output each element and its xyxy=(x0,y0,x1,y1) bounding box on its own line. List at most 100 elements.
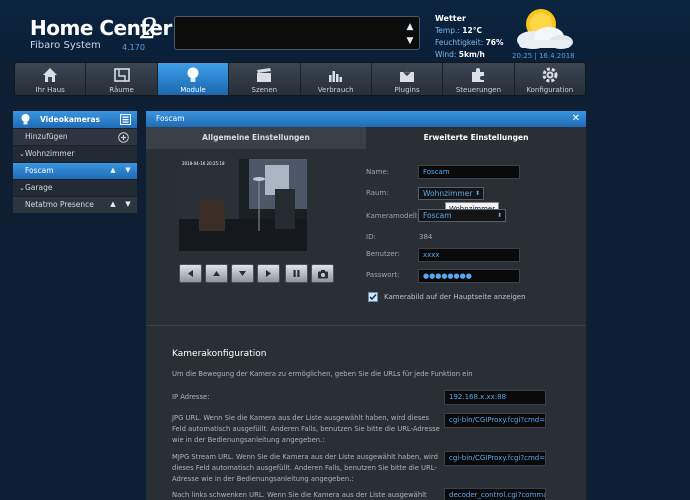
weather-temp-value: 12°C xyxy=(462,26,482,35)
sidebar: Videokameras Hinzufügen ⌄ Wohnzimmer Fos… xyxy=(13,111,137,213)
settings-tabs: Allgemeine Einstellungen Erweiterte Eins… xyxy=(146,127,586,149)
user-field[interactable]: xxxx xyxy=(418,248,520,262)
camera-timestamp: 2018-04-16 20:25:18 xyxy=(182,161,225,166)
password-field[interactable]: ●●●●●●●● xyxy=(418,269,520,283)
weather-humidity-label: Feuchtigkeit: xyxy=(435,38,484,47)
nav-item-raeume[interactable]: Räume xyxy=(86,63,158,95)
weather-datetime: 20:25 | 16.4.2018 xyxy=(512,52,575,60)
pan-right-button[interactable] xyxy=(257,264,280,283)
chevron-down-icon[interactable]: ▼ xyxy=(405,35,415,47)
move-down-icon[interactable]: ▼ xyxy=(123,199,133,210)
sidebar-item-label: Netatmo Presence xyxy=(25,200,94,209)
mjpg-url-label: MJPG Stream URL. Wenn Sie die Kamera aus… xyxy=(172,453,438,483)
plugin-box-icon xyxy=(400,67,415,82)
config-intro: Um die Bewegung der Kamera zu ermögliche… xyxy=(172,370,473,378)
password-label: Passwort: xyxy=(366,271,400,279)
nav-item-plugins[interactable]: Plugins xyxy=(372,63,444,95)
mjpg-url-field[interactable]: cgi-bin/CGIProxy.fcgi?cmd= xyxy=(444,451,546,466)
bulb-icon xyxy=(21,114,30,125)
pan-left-url-field[interactable]: decoder_control.cgi?comma xyxy=(444,488,546,500)
arrow-down-icon xyxy=(239,271,246,276)
plus-circle-icon[interactable] xyxy=(118,132,129,143)
chevron-down-icon: ⌄ xyxy=(19,184,25,192)
id-value: 384 xyxy=(419,233,433,241)
pan-left-button[interactable] xyxy=(179,264,202,283)
chevron-up-icon[interactable]: ▲ xyxy=(405,21,415,33)
move-up-icon[interactable]: ▲ xyxy=(108,199,118,210)
weather-temp-label: Temp.: xyxy=(435,26,460,35)
sidebar-item-label: Foscam xyxy=(25,166,54,175)
nav-item-ihr-haus[interactable]: Ihr Haus xyxy=(15,63,87,95)
move-up-icon[interactable]: ▲ xyxy=(108,165,118,176)
name-label: Name: xyxy=(366,168,390,176)
move-down-icon[interactable]: ▼ xyxy=(123,165,133,176)
app-title-number: 2 xyxy=(140,12,158,45)
main-nav: Ihr Haus Räume Module Szenen Verbrauch P… xyxy=(14,62,586,96)
ip-field[interactable]: 192.168.x.xx:88 xyxy=(444,390,546,405)
weather-widget: Wetter Temp.: 12°C Feuchtigkeit: 76% Win… xyxy=(435,14,504,62)
nav-label: Verbrauch xyxy=(317,86,354,94)
nav-label: Steuerungen xyxy=(455,86,502,94)
nav-label: Module xyxy=(180,86,206,94)
sidebar-group-label: Garage xyxy=(25,183,53,192)
nav-label: Konfiguration xyxy=(526,86,574,94)
nav-item-steuerungen[interactable]: Steuerungen xyxy=(443,63,515,95)
nav-item-verbrauch[interactable]: Verbrauch xyxy=(301,63,372,95)
sidebar-group-wohnzimmer[interactable]: ⌄ Wohnzimmer xyxy=(13,145,137,162)
jpg-url-field[interactable]: cgi-bin/CGIProxy.fcgi?cmd= xyxy=(444,413,546,428)
sidebar-item-netatmo[interactable]: Netatmo Presence ▲ ▼ xyxy=(13,196,137,213)
chevron-down-icon: ⌄ xyxy=(19,150,25,158)
sidebar-add-label: Hinzufügen xyxy=(25,132,68,141)
config-title: Kamerakonfiguration xyxy=(172,349,267,359)
reorder-controls: ▲ ▼ xyxy=(108,199,133,210)
sidebar-group-garage[interactable]: ⌄ Garage xyxy=(13,179,137,196)
id-label: ID: xyxy=(366,233,376,241)
nav-item-szenen[interactable]: Szenen xyxy=(229,63,301,95)
show-on-main-label: Kamerabild auf der Hauptseite anzeigen xyxy=(384,293,526,301)
bulb-icon xyxy=(187,67,199,82)
list-view-icon[interactable] xyxy=(120,114,131,125)
tilt-down-button[interactable] xyxy=(231,264,254,283)
pause-button[interactable] xyxy=(285,264,308,283)
user-label: Benutzer: xyxy=(366,250,400,258)
notification-box: ▲ ▼ xyxy=(174,16,420,50)
sidebar-group-label: Wohnzimmer xyxy=(25,149,75,158)
app-version: 4.170 xyxy=(122,43,145,52)
camera-image xyxy=(179,159,307,251)
room-select[interactable]: Wohnzimmer ⬍ xyxy=(418,187,484,200)
weather-wind-label: Wind: xyxy=(435,50,457,59)
jpg-url-label: JPG URL. Wenn Sie die Kamera aus der Lis… xyxy=(172,414,440,444)
sidebar-add-item[interactable]: Hinzufügen xyxy=(13,128,137,145)
weather-humidity-value: 76% xyxy=(485,38,504,47)
close-icon[interactable]: ✕ xyxy=(572,111,580,127)
snapshot-button[interactable] xyxy=(311,264,334,283)
panel-header: Foscam ✕ xyxy=(146,111,586,127)
weather-wind-value: 5km/h xyxy=(458,50,485,59)
sidebar-title: Videokameras xyxy=(40,115,101,124)
weather-wind: Wind: 5km/h xyxy=(435,50,504,59)
sidebar-item-foscam[interactable]: Foscam ▲ ▼ xyxy=(13,162,137,179)
panel-title: Foscam xyxy=(156,114,185,123)
nav-label: Plugins xyxy=(394,86,420,94)
model-select-value: Foscam xyxy=(423,211,452,220)
chart-icon xyxy=(328,71,342,82)
weather-heading: Wetter xyxy=(435,14,466,23)
sidebar-header: Videokameras xyxy=(13,111,137,128)
app-subtitle: Fibaro System xyxy=(30,40,101,51)
tab-advanced-settings[interactable]: Erweiterte Einstellungen xyxy=(366,127,586,149)
nav-item-module[interactable]: Module xyxy=(157,63,230,95)
nav-label: Szenen xyxy=(251,86,278,94)
name-field[interactable]: Foscam xyxy=(418,165,520,179)
app-header: Home Center 2 Fibaro System 4.170 ▲ ▼ We… xyxy=(0,0,690,60)
room-select-value: Wohnzimmer xyxy=(423,189,473,198)
weather-temp: Temp.: 12°C xyxy=(435,26,504,35)
ip-label: IP Adresse: xyxy=(172,393,210,401)
pause-icon xyxy=(293,270,300,277)
select-arrows-icon: ⬍ xyxy=(474,190,480,197)
nav-item-konfiguration[interactable]: Konfiguration xyxy=(515,63,585,95)
model-select[interactable]: Foscam ⬍ xyxy=(418,209,506,222)
tab-general-settings[interactable]: Allgemeine Einstellungen xyxy=(146,127,366,149)
tilt-up-button[interactable] xyxy=(205,264,228,283)
nav-label: Ihr Haus xyxy=(35,86,65,94)
show-on-main-checkbox[interactable] xyxy=(368,292,378,302)
